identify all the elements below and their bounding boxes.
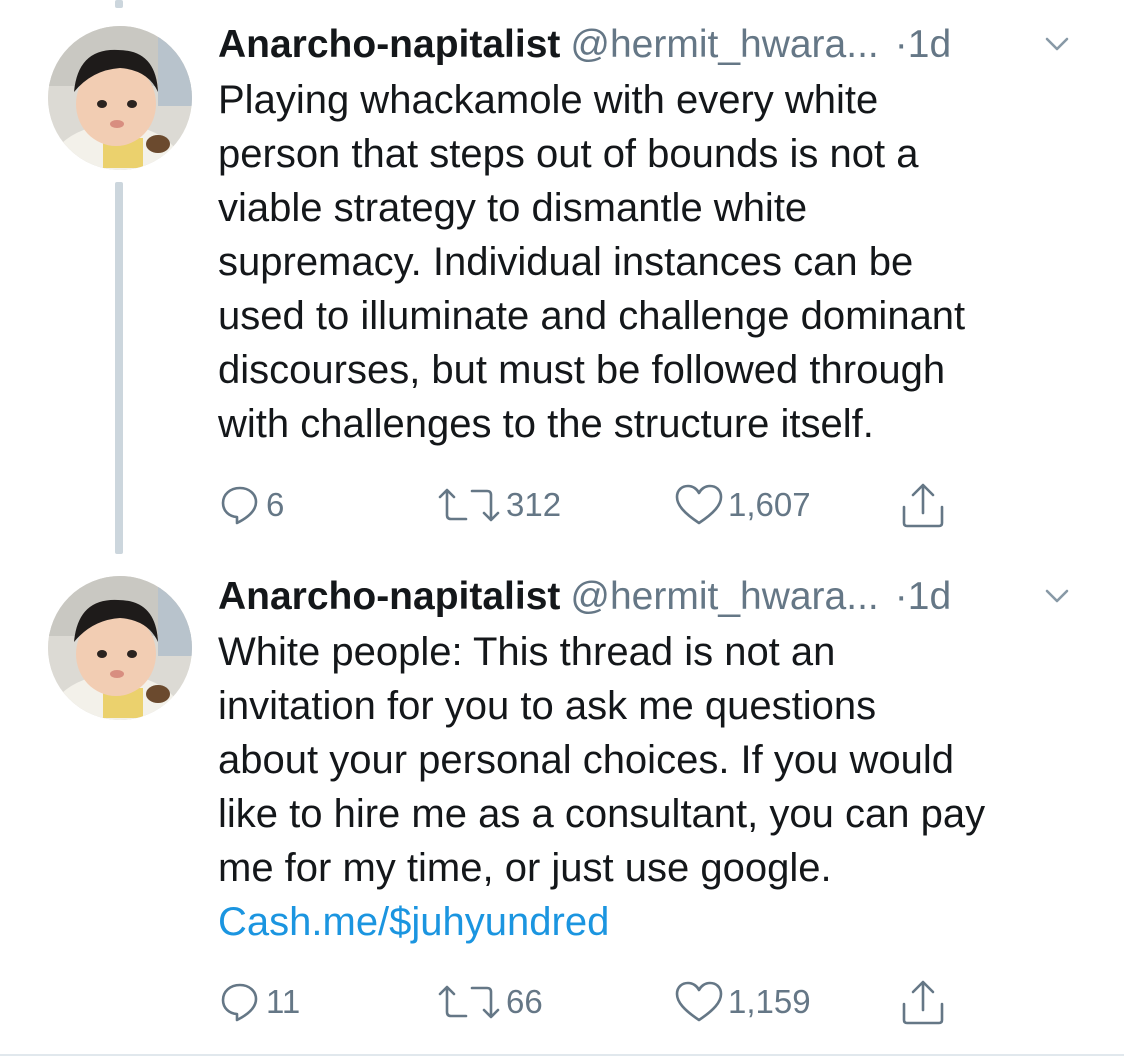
tweet-text-line: me for my time, or just use google. (218, 846, 832, 890)
avatar[interactable] (48, 26, 192, 170)
tweet-text-line: discourses, but must be followed through (218, 348, 946, 392)
retweet-icon (438, 488, 500, 522)
author-handle[interactable]: @hermit_hwara... (570, 575, 878, 618)
reply-icon (221, 486, 258, 525)
reply-count: 6 (266, 486, 285, 523)
tweet-text-line: like to hire me as a consultant, you can… (218, 792, 986, 836)
tweet-text-line: Playing whackamole with every white (218, 78, 879, 122)
like-count: 1,159 (728, 983, 811, 1020)
tweet-link[interactable]: Cash.me/$juhyundred (218, 895, 1098, 949)
tweet-text-line: White people: This thread is not an (218, 630, 836, 674)
share-button[interactable] (898, 480, 948, 530)
tweet-text-line: supremacy. Individual instances can be (218, 240, 914, 284)
chevron-down-icon[interactable] (1040, 26, 1074, 60)
like-button[interactable]: 1,159 (674, 977, 811, 1027)
tweet-text-line: with challenges to the structure itself. (218, 402, 874, 446)
heart-icon (675, 981, 723, 1022)
reply-count: 11 (266, 983, 301, 1020)
reply-icon (221, 983, 258, 1022)
retweet-icon (438, 985, 500, 1019)
tweet-actions: 11 66 1,159 (218, 977, 978, 1027)
chevron-down-icon[interactable] (1040, 578, 1074, 612)
tweet-actions: 6 312 1,607 (218, 480, 978, 530)
tweet-header: Anarcho-napitalist @hermit_hwara... ·1d (218, 574, 1084, 620)
tweet[interactable]: Anarcho-napitalist @hermit_hwara... ·1d Wh… (0, 552, 1124, 1056)
author-name[interactable]: Anarcho-napitalist (218, 575, 560, 618)
tweet-text: Playing whackamole with every white pers… (218, 73, 1098, 451)
reply-button[interactable]: 6 (218, 480, 284, 530)
retweet-button[interactable]: 312 (436, 480, 561, 530)
retweet-button[interactable]: 66 (436, 977, 543, 1027)
tweet-text-line: invitation for you to ask me questions (218, 684, 877, 728)
timestamp[interactable]: 1d (908, 575, 951, 618)
share-icon (902, 483, 944, 528)
share-icon (902, 980, 944, 1025)
tweet-header: Anarcho-napitalist @hermit_hwara... ·1d (218, 22, 1084, 68)
tweet-text-line: person that steps out of bounds is not a (218, 132, 919, 176)
avatar[interactable] (48, 576, 192, 720)
avatar-image (48, 26, 192, 170)
separator-dot: · (894, 23, 908, 66)
tweet-text-line: about your personal choices. If you woul… (218, 738, 954, 782)
tweet[interactable]: Anarcho-napitalist @hermit_hwara... ·1d Pl… (0, 0, 1124, 550)
retweet-count: 66 (506, 983, 543, 1020)
author-handle[interactable]: @hermit_hwara... (570, 23, 878, 66)
retweet-count: 312 (506, 486, 562, 523)
like-count: 1,607 (728, 486, 811, 523)
like-button[interactable]: 1,607 (674, 480, 811, 530)
avatar-image (48, 576, 192, 720)
author-name[interactable]: Anarcho-napitalist (218, 23, 560, 66)
reply-button[interactable]: 11 (218, 977, 300, 1027)
separator-dot: · (894, 575, 908, 618)
tweet-text-line: used to illuminate and challenge dominan… (218, 294, 966, 338)
share-button[interactable] (898, 977, 948, 1027)
tweet-text: White people: This thread is not an invi… (218, 625, 1098, 949)
timestamp[interactable]: 1d (908, 23, 951, 66)
heart-icon (675, 484, 723, 525)
tweet-text-line: viable strategy to dismantle white (218, 186, 808, 230)
